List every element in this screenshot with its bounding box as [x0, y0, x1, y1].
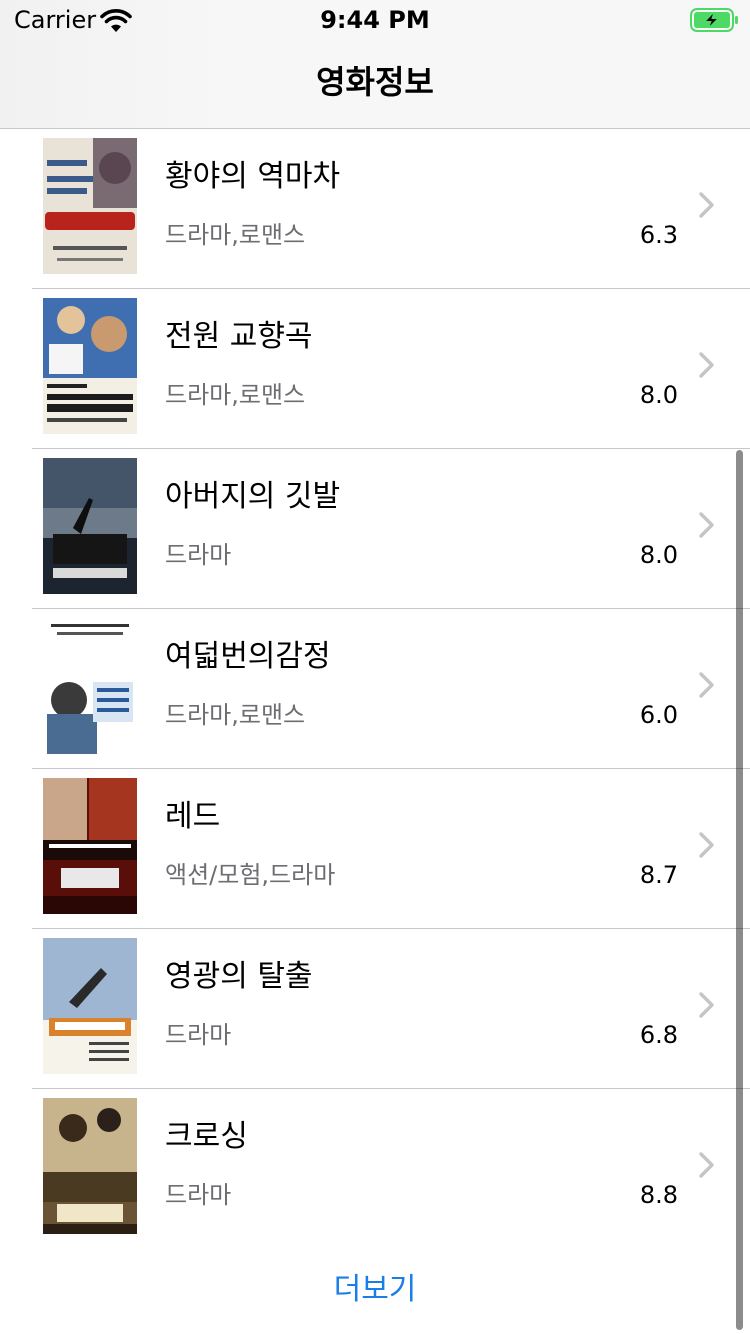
chevron-right-icon	[699, 1152, 714, 1178]
movie-genre: 드라마	[165, 541, 232, 569]
movie-poster	[43, 458, 137, 594]
chevron-right-icon	[699, 352, 714, 378]
movie-genre: 드라마,로맨스	[165, 701, 306, 729]
page-title: 영화정보	[316, 63, 434, 101]
movie-poster	[43, 138, 137, 274]
movie-rating: 8.0	[639, 541, 678, 569]
movie-row[interactable]: 여덟번의감정 드라마,로맨스 6.0	[0, 609, 750, 769]
movie-title: 아버지의 깃발	[165, 479, 341, 514]
movie-title: 크로싱	[165, 1119, 248, 1154]
movie-title: 황야의 역마차	[165, 159, 341, 194]
movie-rating: 8.7	[639, 861, 678, 889]
status-time: 9:44 PM	[320, 6, 430, 34]
movie-poster	[43, 778, 137, 914]
movie-rating: 8.0	[639, 381, 678, 409]
movie-list: 황야의 역마차 드라마,로맨스 6.3 전원 교향곡 드라마,로맨스 8.0 아…	[0, 129, 750, 1249]
movie-row[interactable]: 황야의 역마차 드라마,로맨스 6.3	[0, 129, 750, 289]
movie-row[interactable]: 레드 액션/모험,드라마 8.7	[0, 769, 750, 929]
movie-title: 전원 교향곡	[165, 319, 313, 354]
load-more-button[interactable]: 더보기	[0, 1268, 750, 1312]
chevron-right-icon	[699, 192, 714, 218]
battery-charging-icon	[690, 8, 738, 32]
chevron-right-icon	[699, 672, 714, 698]
movie-rating: 8.8	[639, 1181, 678, 1209]
movie-genre: 액션/모험,드라마	[165, 861, 336, 889]
movie-genre: 드라마,로맨스	[165, 221, 306, 249]
movie-poster	[43, 938, 137, 1074]
movie-genre: 드라마	[165, 1021, 232, 1049]
movie-genre: 드라마	[165, 1181, 232, 1209]
movie-row[interactable]: 전원 교향곡 드라마,로맨스 8.0	[0, 289, 750, 449]
movie-rating: 6.0	[639, 701, 678, 729]
scroll-indicator[interactable]	[736, 450, 743, 1330]
movie-title: 여덟번의감정	[165, 639, 331, 674]
movie-genre: 드라마,로맨스	[165, 381, 306, 409]
navigation-bar: Carrier 9:44 PM 영화정보	[0, 0, 750, 129]
chevron-right-icon	[699, 992, 714, 1018]
movie-title: 영광의 탈출	[165, 959, 313, 994]
movie-poster	[43, 618, 137, 754]
movie-poster	[43, 1098, 137, 1234]
movie-title: 레드	[165, 799, 221, 834]
chevron-right-icon	[699, 832, 714, 858]
chevron-right-icon	[699, 512, 714, 538]
movie-row[interactable]: 아버지의 깃발 드라마 8.0	[0, 449, 750, 609]
screen: Carrier 9:44 PM 영화정보 황야의 역마차 드라마,로맨스 6.3…	[0, 0, 750, 1334]
movie-rating: 6.8	[639, 1021, 678, 1049]
movie-poster	[43, 298, 137, 434]
movie-rating: 6.3	[639, 221, 678, 249]
movie-row[interactable]: 영광의 탈출 드라마 6.8	[0, 929, 750, 1089]
movie-row[interactable]: 크로싱 드라마 8.8	[0, 1089, 750, 1249]
